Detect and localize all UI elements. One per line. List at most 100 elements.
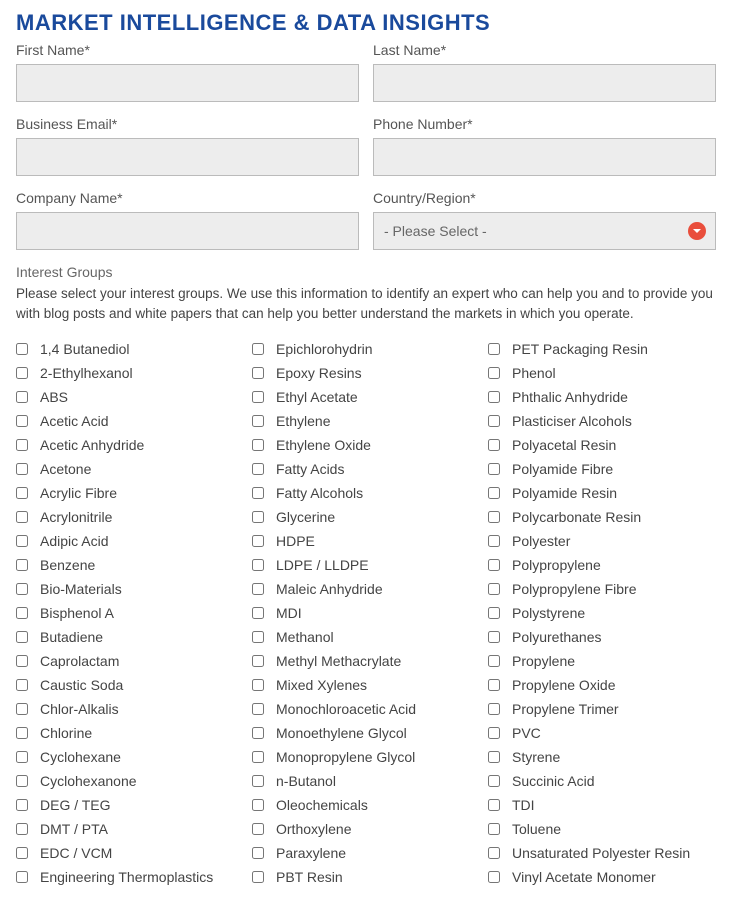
checkbox-item[interactable]: Acrylic Fibre (16, 485, 244, 501)
checkbox-item[interactable]: Chlor-Alkalis (16, 701, 244, 717)
checkbox-item[interactable]: Ethylene (252, 413, 480, 429)
interest-checkbox[interactable] (16, 535, 28, 547)
interest-checkbox[interactable] (488, 535, 500, 547)
interest-checkbox[interactable] (252, 823, 264, 835)
interest-checkbox[interactable] (252, 655, 264, 667)
checkbox-item[interactable]: PET Packaging Resin (488, 341, 716, 357)
checkbox-item[interactable]: Polyamide Resin (488, 485, 716, 501)
interest-checkbox[interactable] (252, 463, 264, 475)
checkbox-item[interactable]: DMT / PTA (16, 821, 244, 837)
interest-checkbox[interactable] (488, 391, 500, 403)
interest-checkbox[interactable] (252, 511, 264, 523)
checkbox-item[interactable]: Caustic Soda (16, 677, 244, 693)
interest-checkbox[interactable] (488, 871, 500, 883)
interest-checkbox[interactable] (488, 631, 500, 643)
interest-checkbox[interactable] (488, 487, 500, 499)
interest-checkbox[interactable] (16, 799, 28, 811)
checkbox-item[interactable]: Maleic Anhydride (252, 581, 480, 597)
first-name-input[interactable] (16, 64, 359, 102)
interest-checkbox[interactable] (16, 655, 28, 667)
checkbox-item[interactable]: TDI (488, 797, 716, 813)
checkbox-item[interactable]: Bio-Materials (16, 581, 244, 597)
checkbox-item[interactable]: Epichlorohydrin (252, 341, 480, 357)
interest-checkbox[interactable] (488, 751, 500, 763)
interest-checkbox[interactable] (16, 511, 28, 523)
checkbox-item[interactable]: 2-Ethylhexanol (16, 365, 244, 381)
interest-checkbox[interactable] (16, 583, 28, 595)
interest-checkbox[interactable] (252, 343, 264, 355)
interest-checkbox[interactable] (488, 511, 500, 523)
checkbox-item[interactable]: EDC / VCM (16, 845, 244, 861)
checkbox-item[interactable]: Acetic Anhydride (16, 437, 244, 453)
checkbox-item[interactable]: PBT Resin (252, 869, 480, 885)
interest-checkbox[interactable] (252, 871, 264, 883)
checkbox-item[interactable]: Cyclohexane (16, 749, 244, 765)
checkbox-item[interactable]: Polycarbonate Resin (488, 509, 716, 525)
checkbox-item[interactable]: Phenol (488, 365, 716, 381)
checkbox-item[interactable]: DEG / TEG (16, 797, 244, 813)
checkbox-item[interactable]: 1,4 Butanediol (16, 341, 244, 357)
checkbox-item[interactable]: Adipic Acid (16, 533, 244, 549)
interest-checkbox[interactable] (16, 727, 28, 739)
interest-checkbox[interactable] (16, 631, 28, 643)
checkbox-item[interactable]: Ethyl Acetate (252, 389, 480, 405)
interest-checkbox[interactable] (488, 367, 500, 379)
interest-checkbox[interactable] (252, 487, 264, 499)
interest-checkbox[interactable] (252, 583, 264, 595)
interest-checkbox[interactable] (252, 727, 264, 739)
checkbox-item[interactable]: ABS (16, 389, 244, 405)
interest-checkbox[interactable] (488, 823, 500, 835)
interest-checkbox[interactable] (16, 439, 28, 451)
interest-checkbox[interactable] (488, 703, 500, 715)
interest-checkbox[interactable] (252, 607, 264, 619)
interest-checkbox[interactable] (252, 439, 264, 451)
checkbox-item[interactable]: n-Butanol (252, 773, 480, 789)
interest-checkbox[interactable] (488, 463, 500, 475)
interest-checkbox[interactable] (488, 343, 500, 355)
checkbox-item[interactable]: HDPE (252, 533, 480, 549)
interest-checkbox[interactable] (16, 703, 28, 715)
checkbox-item[interactable]: Toluene (488, 821, 716, 837)
checkbox-item[interactable]: Polyurethanes (488, 629, 716, 645)
checkbox-item[interactable]: Benzene (16, 557, 244, 573)
checkbox-item[interactable]: Cyclohexanone (16, 773, 244, 789)
checkbox-item[interactable]: Glycerine (252, 509, 480, 525)
checkbox-item[interactable]: Paraxylene (252, 845, 480, 861)
interest-checkbox[interactable] (16, 367, 28, 379)
checkbox-item[interactable]: Polystyrene (488, 605, 716, 621)
checkbox-item[interactable]: Succinic Acid (488, 773, 716, 789)
checkbox-item[interactable]: Polyamide Fibre (488, 461, 716, 477)
interest-checkbox[interactable] (252, 775, 264, 787)
checkbox-item[interactable]: Unsaturated Polyester Resin (488, 845, 716, 861)
checkbox-item[interactable]: MDI (252, 605, 480, 621)
checkbox-item[interactable]: Acetic Acid (16, 413, 244, 429)
interest-checkbox[interactable] (252, 367, 264, 379)
checkbox-item[interactable]: Oleochemicals (252, 797, 480, 813)
checkbox-item[interactable]: Phthalic Anhydride (488, 389, 716, 405)
company-input[interactable] (16, 212, 359, 250)
interest-checkbox[interactable] (16, 823, 28, 835)
checkbox-item[interactable]: Polyester (488, 533, 716, 549)
checkbox-item[interactable]: Chlorine (16, 725, 244, 741)
checkbox-item[interactable]: Fatty Acids (252, 461, 480, 477)
interest-checkbox[interactable] (252, 415, 264, 427)
checkbox-item[interactable]: Methyl Methacrylate (252, 653, 480, 669)
interest-checkbox[interactable] (16, 775, 28, 787)
interest-checkbox[interactable] (488, 727, 500, 739)
interest-checkbox[interactable] (252, 751, 264, 763)
last-name-input[interactable] (373, 64, 716, 102)
interest-checkbox[interactable] (488, 583, 500, 595)
interest-checkbox[interactable] (16, 463, 28, 475)
interest-checkbox[interactable] (16, 679, 28, 691)
interest-checkbox[interactable] (16, 847, 28, 859)
checkbox-item[interactable]: Ethylene Oxide (252, 437, 480, 453)
interest-checkbox[interactable] (488, 799, 500, 811)
interest-checkbox[interactable] (252, 559, 264, 571)
checkbox-item[interactable]: Monopropylene Glycol (252, 749, 480, 765)
checkbox-item[interactable]: Fatty Alcohols (252, 485, 480, 501)
checkbox-item[interactable]: Propylene Oxide (488, 677, 716, 693)
checkbox-item[interactable]: Plasticiser Alcohols (488, 413, 716, 429)
checkbox-item[interactable]: Engineering Thermoplastics (16, 869, 244, 885)
checkbox-item[interactable]: Propylene Trimer (488, 701, 716, 717)
checkbox-item[interactable]: LDPE / LLDPE (252, 557, 480, 573)
